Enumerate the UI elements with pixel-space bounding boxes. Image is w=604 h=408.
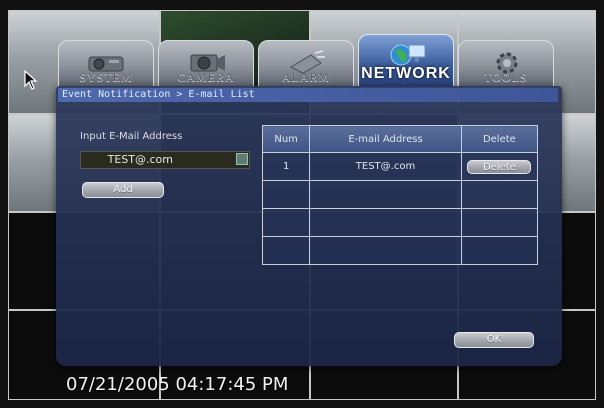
delete-button[interactable]: Delete: [467, 159, 532, 174]
row-email: [309, 180, 462, 209]
tab-system[interactable]: SYSTEM: [58, 40, 154, 88]
row-delete-cell: [460, 180, 539, 209]
tab-camera-label: CAMERA: [177, 70, 235, 84]
column-header-delete: Delete: [460, 125, 539, 153]
column-header-num: Num: [261, 125, 311, 153]
ok-button[interactable]: OK: [454, 332, 534, 348]
mouse-cursor-icon: [24, 70, 38, 90]
email-input[interactable]: TEST@.com: [80, 151, 250, 169]
input-email-label: Input E-Mail Address: [80, 131, 183, 142]
settings-tab-bar: SYSTEM CAMERA ALARM NETWORK TOOLS: [58, 34, 558, 88]
row-email: [309, 208, 462, 237]
timestamp: 07/21/2005 04:17:45 PM: [66, 374, 289, 395]
network-icon: [390, 44, 426, 66]
row-email: [309, 236, 462, 265]
row-delete-cell: [460, 236, 539, 265]
tab-system-label: SYSTEM: [79, 70, 133, 84]
row-email: TEST@.com: [309, 152, 462, 181]
row-num: 1: [261, 152, 311, 181]
table-row: [261, 236, 539, 265]
row-num: [261, 180, 311, 209]
tab-network[interactable]: NETWORK: [358, 34, 454, 88]
tab-tools-label: TOOLS: [484, 70, 528, 84]
tab-alarm-label: ALARM: [281, 70, 331, 84]
column-header-email: E-mail Address: [309, 125, 462, 153]
row-num: [261, 236, 311, 265]
row-num: [261, 208, 311, 237]
email-list-table: Num E-mail Address Delete 1 TEST@.com De…: [261, 125, 539, 265]
table-row: [261, 208, 539, 237]
row-delete-cell: Delete: [460, 152, 539, 181]
table-row: [261, 180, 539, 209]
row-delete-cell: [460, 208, 539, 237]
tab-alarm[interactable]: ALARM: [258, 40, 354, 88]
tab-tools[interactable]: TOOLS: [458, 40, 554, 88]
tab-camera[interactable]: CAMERA: [158, 40, 254, 88]
table-row: 1 TEST@.com Delete: [261, 152, 539, 181]
add-button[interactable]: Add: [82, 182, 164, 198]
tab-network-label: NETWORK: [361, 65, 451, 82]
breadcrumb: Event Notification > E-mail List: [58, 88, 558, 102]
keyboard-icon[interactable]: [236, 153, 248, 165]
